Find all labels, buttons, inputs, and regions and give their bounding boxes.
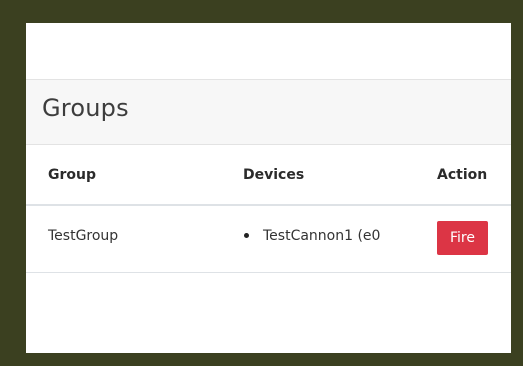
device-name: TestCannon1 (e0 [263,228,381,244]
table-row: TestGroup TestCannon1 (e0 Fire [26,206,511,273]
groups-card: Groups Group Devices Action TestGroup Te… [26,23,511,353]
bullet-icon [244,232,249,238]
card-header: Groups [26,79,511,145]
device-list-item: TestCannon1 (e0 [244,228,380,244]
column-header-group: Group [48,167,97,183]
column-header-devices: Devices [243,167,305,183]
window-frame: Groups Group Devices Action TestGroup Te… [0,0,523,366]
groups-table: Group Devices Action TestGroup TestCanno… [26,145,511,273]
table-header-row: Group Devices Action [26,145,511,206]
column-header-action: Action [437,167,488,183]
group-name-cell: TestGroup [48,228,119,244]
fire-button[interactable]: Fire [437,221,488,255]
page-title: Groups [42,94,129,122]
